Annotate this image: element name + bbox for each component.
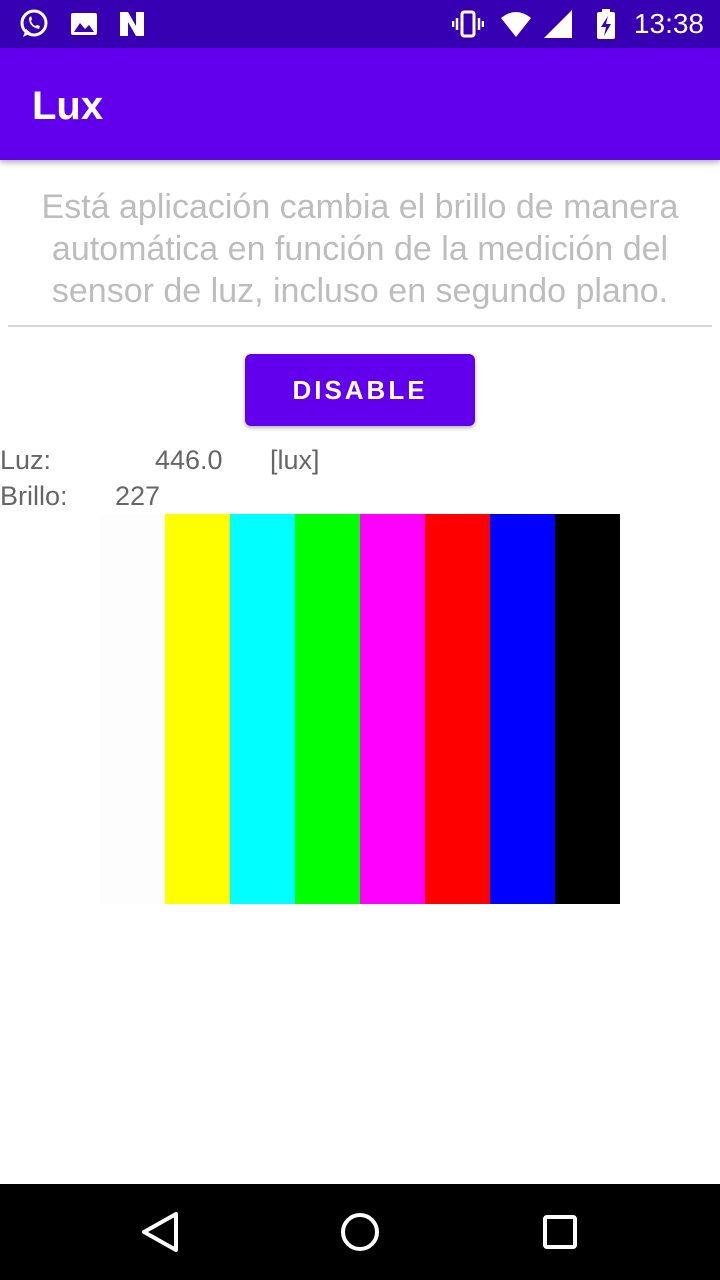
light-unit: [lux] (270, 445, 320, 475)
color-bars (100, 514, 620, 904)
color-bar-green (295, 514, 360, 904)
wifi-icon (501, 12, 531, 37)
brightness-label: Brillo: (0, 481, 68, 511)
light-value: 446.0 (155, 445, 223, 475)
color-bar-black (555, 514, 620, 904)
app-bar: Lux (0, 48, 720, 160)
app-title: Lux (32, 84, 104, 128)
battery-charging-icon (597, 9, 615, 39)
n-app-icon (120, 12, 144, 36)
light-label: Luz: (0, 445, 52, 475)
recents-icon[interactable] (528, 1200, 592, 1264)
brightness-value: 227 (115, 481, 161, 511)
color-bar-white (100, 514, 165, 904)
home-icon[interactable] (328, 1200, 392, 1264)
status-bar: 13:38 (0, 0, 720, 48)
color-bar-cyan (230, 514, 295, 904)
color-bar-blue (490, 514, 555, 904)
navigation-bar (0, 1184, 720, 1280)
whatsapp-icon (20, 9, 48, 37)
signal-icon (544, 10, 572, 38)
color-bar-red (425, 514, 490, 904)
disable-button[interactable]: DISABLE (245, 354, 475, 426)
color-bar-magenta (360, 514, 425, 904)
gallery-icon (71, 13, 97, 35)
back-icon[interactable] (128, 1200, 192, 1264)
color-bar-yellow (165, 514, 230, 904)
vibrate-icon (452, 10, 484, 38)
divider (8, 325, 712, 327)
status-time: 13:38 (633, 8, 704, 39)
description-text: Está aplicación cambia el brillo de mane… (41, 188, 679, 310)
